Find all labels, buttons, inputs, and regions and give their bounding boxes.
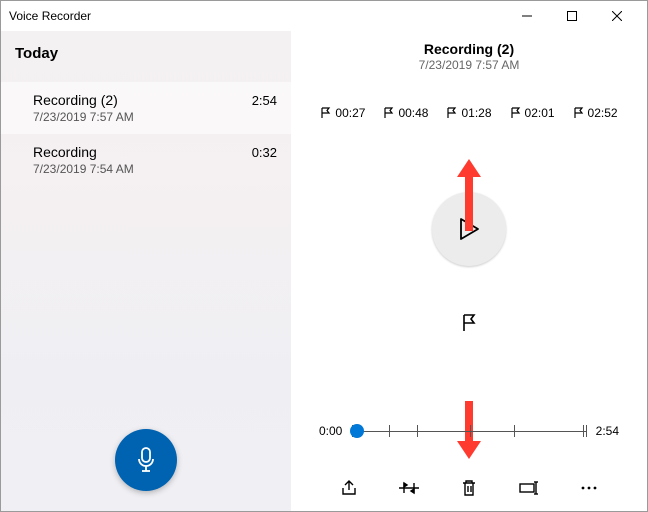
trash-icon — [461, 479, 477, 497]
marker-item[interactable]: 00:27 — [320, 106, 365, 120]
flag-icon — [383, 107, 394, 119]
add-marker-button[interactable] — [461, 314, 477, 332]
delete-button[interactable] — [458, 477, 480, 499]
annotation-arrow-up — [457, 159, 481, 231]
app-window: Voice Recorder Today Recording (2) 2:54 … — [0, 0, 648, 512]
timeline-thumb[interactable] — [350, 424, 364, 438]
markers-row: 00:27 00:48 01:28 02:01 02:52 — [320, 106, 617, 120]
more-icon — [580, 485, 598, 491]
more-button[interactable] — [578, 477, 600, 499]
bottom-toolbar — [291, 477, 647, 499]
recording-name: Recording — [33, 144, 97, 160]
flag-icon — [320, 107, 331, 119]
flag-icon — [446, 107, 457, 119]
section-header-today: Today — [1, 31, 291, 82]
recording-date: 7/23/2019 7:57 AM — [33, 110, 277, 124]
marker-time: 00:27 — [335, 106, 365, 120]
recording-name: Recording (2) — [33, 92, 118, 108]
time-start-label: 0:00 — [319, 424, 342, 438]
timeline: 0:00 2:54 — [319, 421, 619, 441]
flag-icon — [573, 107, 584, 119]
time-end-label: 2:54 — [596, 424, 619, 438]
close-button[interactable] — [594, 1, 639, 31]
maximize-button[interactable] — [549, 1, 594, 31]
trim-button[interactable] — [398, 477, 420, 499]
share-button[interactable] — [338, 477, 360, 499]
recording-date: 7/23/2019 7:54 AM — [33, 162, 277, 176]
microphone-icon — [134, 446, 158, 474]
trim-icon — [399, 480, 419, 496]
timeline-track[interactable] — [352, 421, 585, 441]
recordings-sidebar: Today Recording (2) 2:54 7/23/2019 7:57 … — [1, 31, 291, 511]
recording-item[interactable]: Recording 0:32 7/23/2019 7:54 AM — [1, 134, 291, 186]
current-recording-subtitle: 7/23/2019 7:57 AM — [419, 58, 520, 72]
flag-icon — [510, 107, 521, 119]
marker-item[interactable]: 00:48 — [383, 106, 428, 120]
rename-button[interactable] — [518, 477, 540, 499]
minimize-button[interactable] — [504, 1, 549, 31]
share-icon — [340, 479, 358, 497]
recording-duration: 0:32 — [252, 145, 277, 160]
recording-duration: 2:54 — [252, 93, 277, 108]
rename-icon — [519, 481, 539, 495]
marker-item[interactable]: 02:52 — [573, 106, 618, 120]
marker-item[interactable]: 02:01 — [510, 106, 555, 120]
marker-time: 02:52 — [588, 106, 618, 120]
marker-time: 01:28 — [461, 106, 491, 120]
titlebar: Voice Recorder — [1, 1, 647, 31]
current-recording-title: Recording (2) — [419, 41, 520, 57]
player-panel: Recording (2) 7/23/2019 7:57 AM 00:27 00… — [291, 31, 647, 511]
window-title: Voice Recorder — [9, 9, 91, 23]
marker-time: 00:48 — [398, 106, 428, 120]
marker-item[interactable]: 01:28 — [446, 106, 491, 120]
recording-item[interactable]: Recording (2) 2:54 7/23/2019 7:57 AM — [1, 82, 291, 134]
marker-time: 02:01 — [525, 106, 555, 120]
record-button[interactable] — [115, 429, 177, 491]
flag-icon — [461, 314, 477, 332]
